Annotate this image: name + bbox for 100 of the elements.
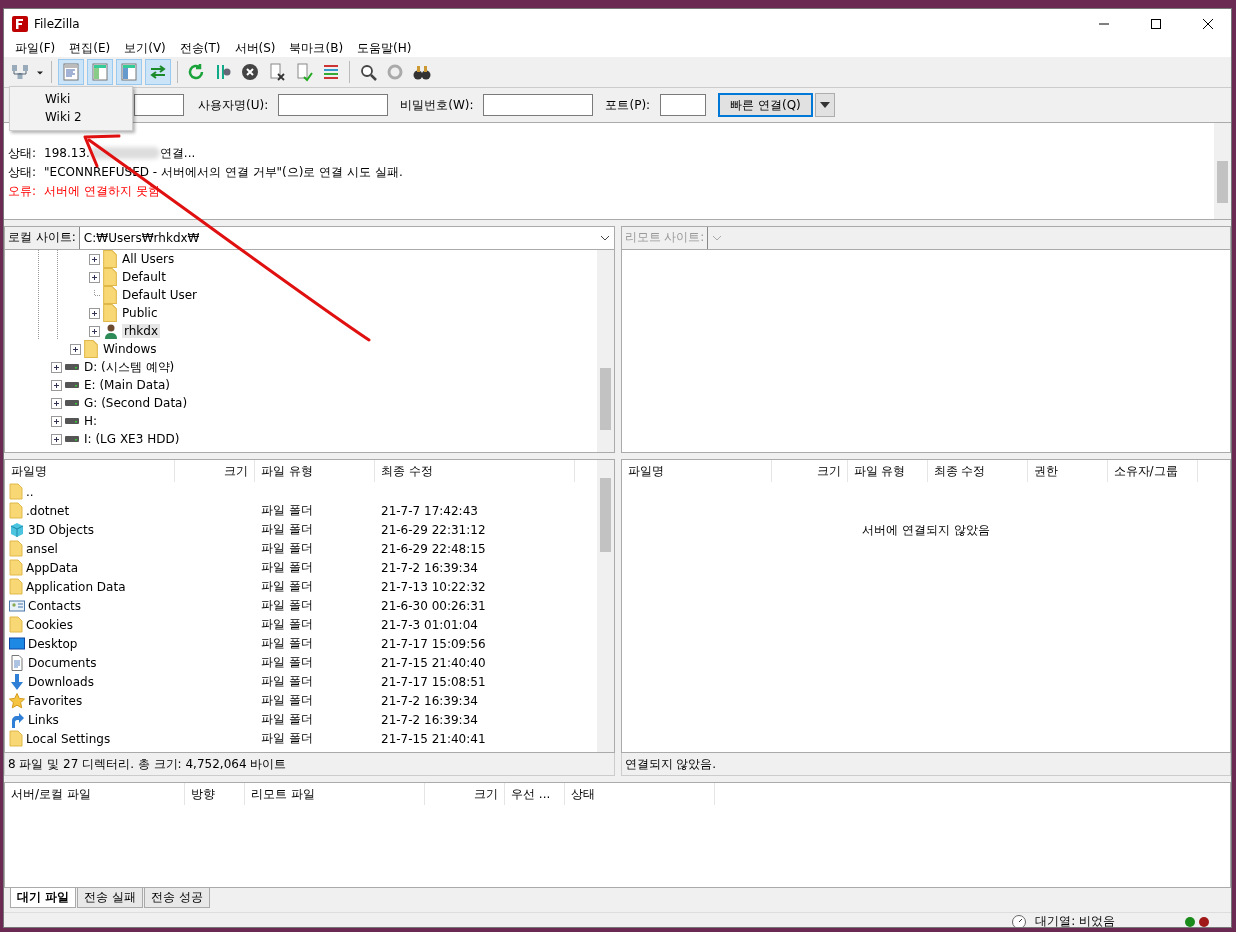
scrollbar[interactable]: [1214, 123, 1231, 219]
column-header[interactable]: 최종 수정: [375, 460, 575, 482]
menu-item[interactable]: Wiki 2: [45, 110, 82, 125]
column-header[interactable]: 리모트 파일: [245, 783, 425, 805]
menu-item[interactable]: 도움말(H): [350, 39, 419, 57]
column-header[interactable]: 방향: [185, 783, 245, 805]
file-name[interactable]: Desktop: [28, 636, 78, 651]
modified-date: 21-7-3 01:01:04: [381, 617, 478, 632]
tree-toggle-icon[interactable]: [87, 59, 113, 85]
file-name[interactable]: Favorites: [28, 693, 83, 708]
modified-date: 21-7-2 16:39:34: [381, 560, 478, 575]
tree-item[interactable]: Public: [120, 306, 160, 320]
column-header[interactable]: 크기: [771, 460, 848, 482]
sync-browse-icon[interactable]: [145, 59, 171, 85]
column-header[interactable]: 파일명: [621, 460, 772, 482]
expand-icon[interactable]: [89, 253, 100, 265]
file-name[interactable]: Application Data: [26, 579, 126, 594]
maximize-icon[interactable]: [1150, 18, 1162, 30]
file-type: 파일 폴더: [261, 692, 313, 709]
document-icon: [9, 654, 25, 671]
column-header[interactable]: 크기: [175, 460, 255, 482]
expand-icon[interactable]: [51, 379, 62, 391]
file-type: 파일 폴더: [261, 521, 313, 538]
host-field[interactable]: [134, 94, 184, 116]
file-name[interactable]: Local Settings: [26, 731, 111, 746]
menu-item[interactable]: 서버(S): [227, 39, 283, 57]
menu-item[interactable]: Wiki: [45, 92, 71, 107]
queue-tab[interactable]: 전송 성공: [144, 888, 210, 908]
column-header[interactable]: 파일명: [5, 460, 175, 482]
tree-item[interactable]: G: (Second Data): [82, 396, 190, 410]
expand-icon[interactable]: [89, 271, 100, 283]
file-name[interactable]: AppData: [26, 560, 79, 575]
log-toggle-icon[interactable]: [58, 59, 84, 85]
menu-item[interactable]: 보기(V): [117, 39, 173, 57]
field-label: 비밀번호(W):: [400, 96, 474, 114]
curved-arrow-icon: [9, 711, 25, 728]
scrollbar[interactable]: [596, 250, 614, 452]
column-header[interactable]: 파일 유형: [847, 460, 928, 482]
user-icon: [103, 323, 119, 339]
menu-item[interactable]: 북마크(B): [282, 39, 351, 57]
tree-item[interactable]: I: (LG XE3 HDD): [82, 432, 182, 446]
field-label: 포트(P):: [605, 96, 651, 114]
expand-icon[interactable]: [51, 361, 62, 373]
expand-icon[interactable]: [89, 307, 100, 319]
expand-icon[interactable]: [51, 433, 62, 445]
file-name[interactable]: Links: [28, 712, 59, 727]
local-status-text: 8 파일 및 27 디렉터리. 총 크기: 4,752,064 바이트: [4, 753, 615, 776]
column-header[interactable]: 파일 유형: [255, 460, 375, 482]
cube-icon: [9, 521, 25, 538]
file-type: 파일 폴더: [261, 578, 313, 595]
file-name[interactable]: ansel: [26, 541, 58, 556]
close-icon[interactable]: [1202, 18, 1214, 30]
modified-date: 21-7-2 16:39:34: [381, 712, 478, 727]
path-dropdown[interactable]: C:₩Users₩rhkdx₩: [79, 227, 614, 249]
tree-item[interactable]: H:: [82, 414, 100, 428]
expand-icon[interactable]: [70, 343, 81, 355]
column-header[interactable]: 상태: [565, 783, 715, 805]
remote-tree-icon[interactable]: [116, 59, 142, 85]
column-header[interactable]: 우선 ...: [505, 783, 565, 805]
tree-item[interactable]: Default User: [120, 288, 199, 302]
menu-item[interactable]: 편집(E): [62, 39, 118, 57]
column-header[interactable]: 권한: [1027, 460, 1108, 482]
log-label: 상태:: [8, 145, 37, 162]
expand-icon[interactable]: [51, 397, 62, 409]
file-name[interactable]: Contacts: [28, 598, 81, 613]
file-name[interactable]: .dotnet: [26, 503, 70, 518]
file-name[interactable]: 3D Objects: [28, 522, 95, 537]
tree-item[interactable]: E: (Main Data): [82, 378, 172, 392]
tree-item[interactable]: All Users: [120, 252, 177, 266]
queue-status-text: 대기열: 비었음: [1035, 913, 1115, 927]
column-header[interactable]: 서버/로컬 파일: [5, 783, 185, 805]
file-name[interactable]: Downloads: [28, 674, 94, 689]
quickconnect-button[interactable]: 빠른 연결(Q): [718, 93, 813, 117]
expand-icon[interactable]: [89, 325, 100, 337]
queue-tab[interactable]: 대기 파일: [10, 888, 77, 908]
column-header[interactable]: 소유자/그룹: [1107, 460, 1198, 482]
file-name[interactable]: Cookies: [26, 617, 73, 632]
file-name[interactable]: Documents: [28, 655, 97, 670]
expand-icon[interactable]: [51, 415, 62, 427]
folder-icon: [9, 540, 23, 557]
site-label: 리모트 사이트:: [621, 227, 709, 249]
input-field[interactable]: [278, 94, 389, 116]
history-dropdown-button[interactable]: [814, 93, 835, 117]
menu-item[interactable]: 파일(F): [8, 39, 63, 57]
file-name[interactable]: ..: [26, 484, 34, 499]
column-header[interactable]: 최종 수정: [927, 460, 1028, 482]
menu-item[interactable]: 전송(T): [172, 39, 228, 57]
input-field[interactable]: [660, 94, 707, 116]
modified-date: 21-7-17 15:09:56: [381, 636, 486, 651]
scrollbar[interactable]: [596, 460, 614, 752]
input-field[interactable]: [483, 94, 594, 116]
queue-tab[interactable]: 전송 실패: [77, 888, 143, 908]
tree-item[interactable]: D: (시스템 예약): [82, 358, 177, 376]
folder-icon: [103, 268, 117, 286]
tree-item[interactable]: rhkdx: [122, 324, 160, 338]
tree-item[interactable]: Windows: [101, 342, 159, 356]
column-header[interactable]: 크기: [425, 783, 505, 805]
tree-item[interactable]: Default: [120, 270, 168, 284]
file-type: 파일 폴더: [261, 730, 313, 747]
log-label: 오류:: [8, 183, 37, 200]
